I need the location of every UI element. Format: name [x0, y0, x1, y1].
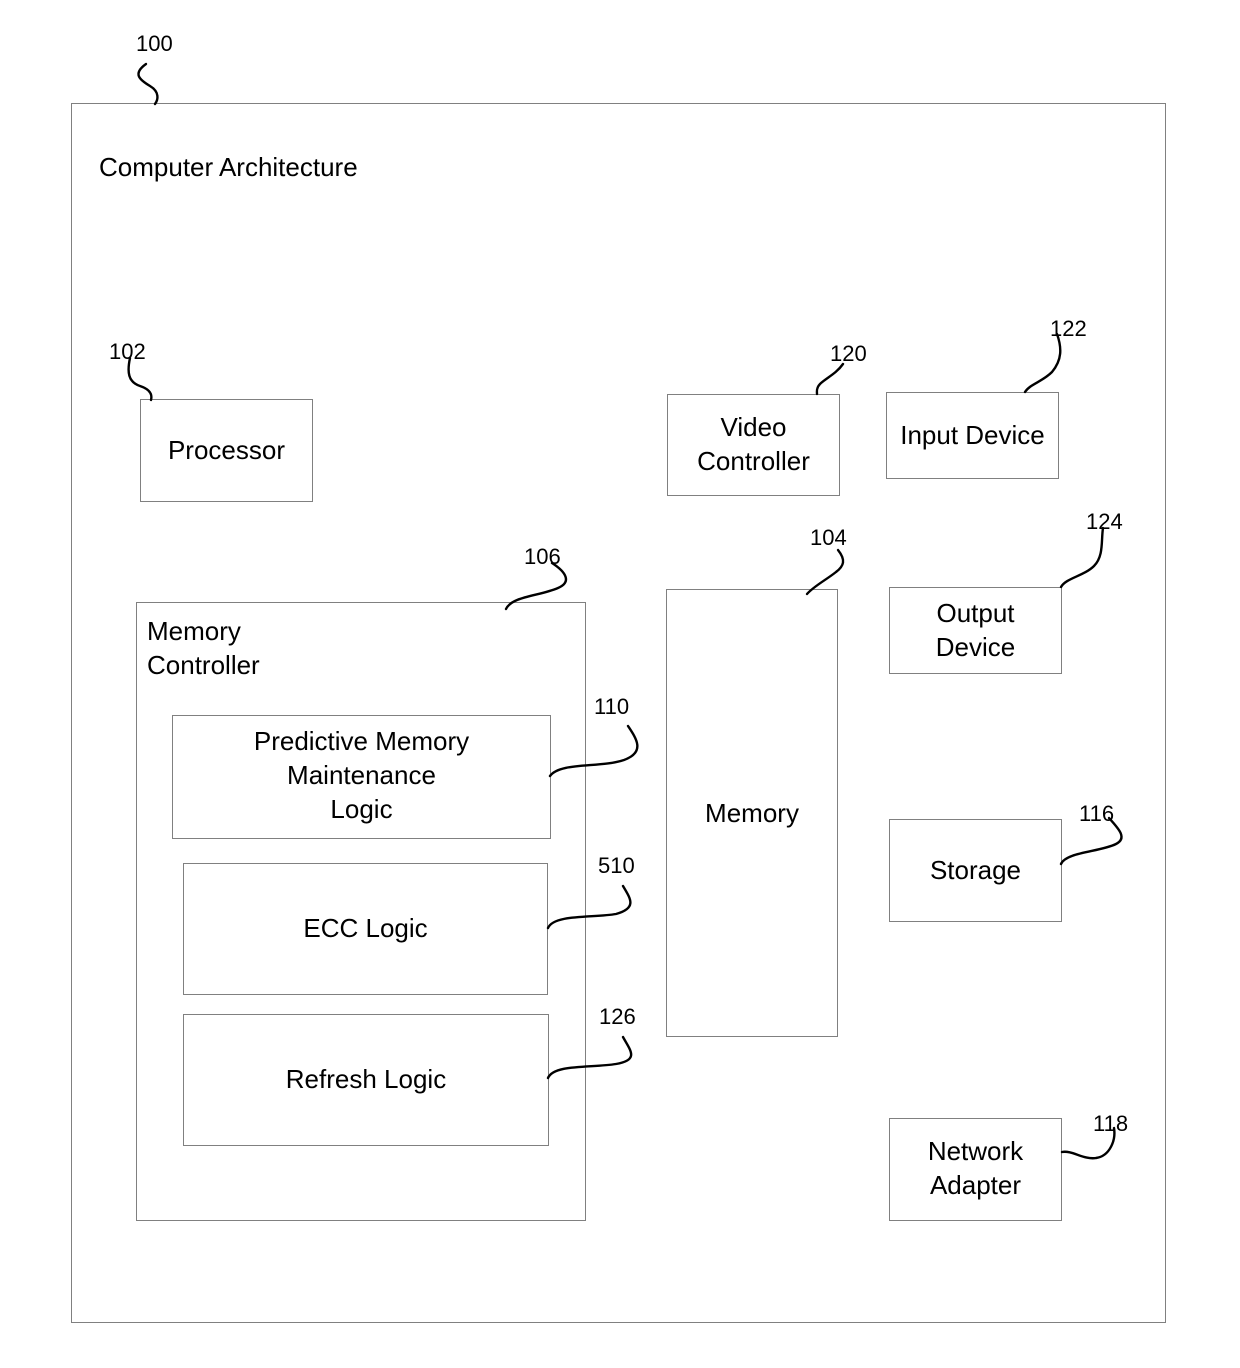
ref-120: 120: [830, 341, 867, 366]
figure-title: Computer Architecture: [99, 152, 358, 182]
memory-controller-label: Memory Controller: [147, 616, 260, 680]
ref-122: 122: [1050, 316, 1087, 341]
ref-510: 510: [598, 853, 635, 878]
leader-100: [137, 62, 159, 106]
ref-124: 124: [1086, 509, 1123, 534]
network-adapter-label: Network Adapter: [927, 1136, 1024, 1200]
output-device-label: Output Device: [935, 598, 1016, 662]
video-controller-label: Video Controller: [697, 412, 810, 476]
ref-100: 100: [136, 31, 173, 56]
ref-126: 126: [599, 1004, 636, 1029]
ecc-logic-label: ECC Logic: [303, 913, 428, 943]
ref-118: 118: [1093, 1111, 1129, 1136]
refresh-logic-label: Refresh Logic: [285, 1064, 447, 1094]
storage-label: Storage: [929, 855, 1022, 885]
input-device-label: Input Device: [900, 420, 1045, 450]
ref-104: 104: [810, 525, 847, 550]
ref-110: 110: [594, 694, 630, 719]
predictive-memory-maintenance-logic-label: Predictive Memory Maintenance Logic: [253, 726, 470, 824]
ref-106: 106: [524, 544, 561, 569]
memory-label: Memory: [705, 798, 799, 828]
processor-label: Processor: [167, 435, 286, 465]
ref-102: 102: [109, 339, 146, 364]
ref-116: 116: [1079, 801, 1115, 826]
